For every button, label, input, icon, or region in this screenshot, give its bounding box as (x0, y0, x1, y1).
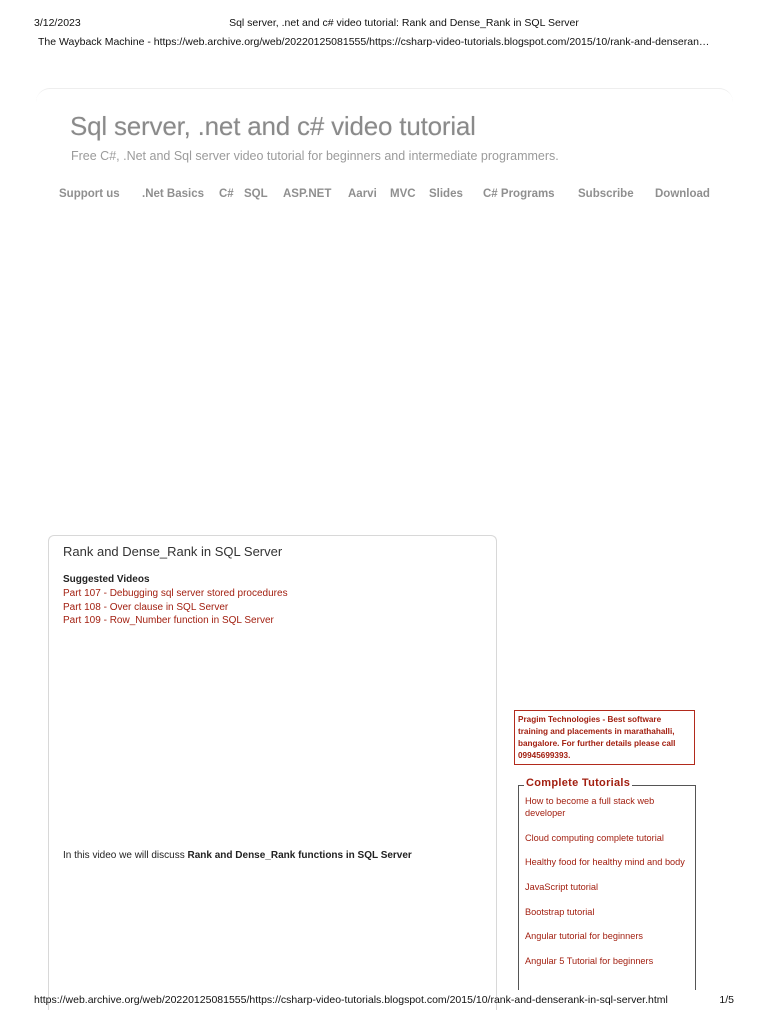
tutorial-link-cloud[interactable]: Cloud computing complete tutorial (525, 832, 685, 844)
tutorials-heading: Complete Tutorials (524, 777, 633, 789)
print-url: https://web.archive.org/web/202201250815… (34, 994, 668, 1006)
nav-item-slides[interactable]: Slides (429, 188, 463, 200)
tutorial-link-javascript[interactable]: JavaScript tutorial (525, 881, 685, 893)
tutorials-list: How to become a full stack web developer… (525, 795, 685, 979)
suggested-videos-list: Part 107 - Debugging sql server stored p… (63, 587, 288, 628)
tutorial-link-angular-5[interactable]: Angular 5 Tutorial for beginners (525, 955, 685, 967)
suggested-link-part-108[interactable]: Part 108 - Over clause in SQL Server (63, 601, 288, 615)
tutorial-link-angular[interactable]: Angular tutorial for beginners (525, 930, 685, 942)
nav-item-csharp-programs[interactable]: C# Programs (483, 188, 555, 200)
blog-description: Free C#, .Net and Sql server video tutor… (71, 149, 559, 163)
nav-item-sql[interactable]: SQL (244, 188, 268, 200)
nav-item-mvc[interactable]: MVC (390, 188, 416, 200)
suggested-link-part-109[interactable]: Part 109 - Row_Number function in SQL Se… (63, 614, 288, 628)
suggested-link-part-107[interactable]: Part 107 - Debugging sql server stored p… (63, 587, 288, 601)
intro-text: In this video we will discuss (63, 850, 188, 861)
nav-item-subscribe[interactable]: Subscribe (578, 188, 634, 200)
print-doc-title: Sql server, .net and c# video tutorial: … (229, 17, 579, 29)
nav-item-aspnet[interactable]: ASP.NET (283, 188, 331, 200)
page-number: 1/5 (719, 994, 734, 1006)
blog-title[interactable]: Sql server, .net and c# video tutorial (70, 111, 476, 142)
nav-item-csharp[interactable]: C# (219, 188, 234, 200)
nav-item-net-basics[interactable]: .Net Basics (142, 188, 204, 200)
post-title: Rank and Dense_Rank in SQL Server (63, 544, 283, 559)
suggested-videos-heading: Suggested Videos (63, 574, 150, 585)
tutorial-link-healthy-food[interactable]: Healthy food for healthy mind and body (525, 856, 685, 868)
intro-bold-text: Rank and Dense_Rank functions in SQL Ser… (187, 850, 412, 861)
tutorial-link-full-stack[interactable]: How to become a full stack web developer (525, 795, 685, 820)
nav-item-download[interactable]: Download (655, 188, 710, 200)
promo-box[interactable]: Pragim Technologies - Best software trai… (514, 710, 695, 765)
post-intro: In this video we will discuss Rank and D… (63, 850, 412, 861)
wayback-banner: The Wayback Machine - https://web.archiv… (38, 36, 710, 48)
nav-item-aarvi[interactable]: Aarvi (348, 188, 377, 200)
tutorial-link-bootstrap[interactable]: Bootstrap tutorial (525, 906, 685, 918)
nav-item-support-us[interactable]: Support us (59, 188, 120, 200)
